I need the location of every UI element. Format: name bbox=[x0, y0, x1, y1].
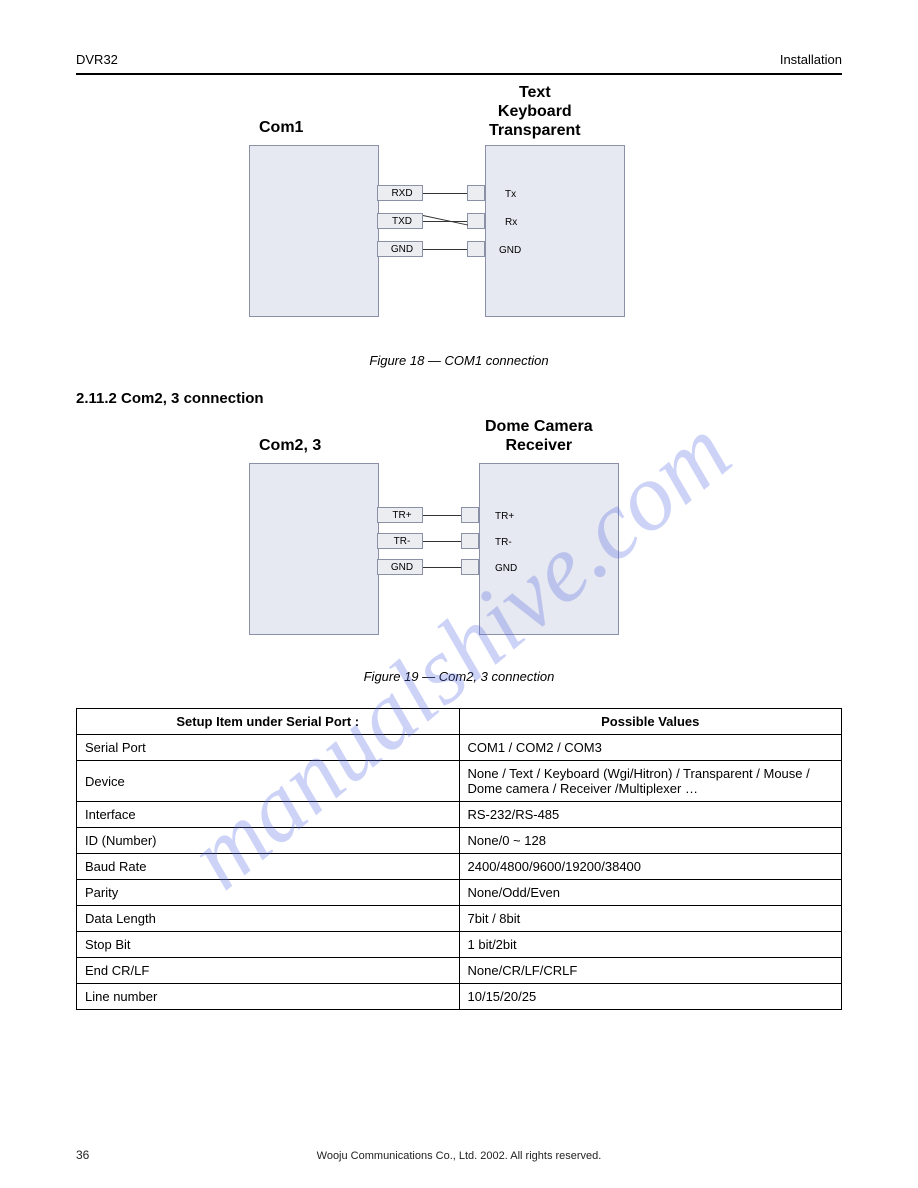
th-item: Setup Item under Serial Port : bbox=[77, 709, 460, 735]
cell: Data Length bbox=[77, 906, 460, 932]
figure-2-caption: Figure 19 — Com2, 3 connection bbox=[76, 669, 842, 684]
diag1-pin-left-rxd: RXD bbox=[377, 185, 423, 201]
figure-1: Com1 Text Keyboard Transparent RXD TXD G… bbox=[76, 89, 842, 349]
diag2-wire3 bbox=[423, 567, 461, 568]
diag2-pin-left-trp: TR+ bbox=[377, 507, 423, 523]
cell: None/0 ~ 128 bbox=[459, 828, 842, 854]
cell: Baud Rate bbox=[77, 854, 460, 880]
footer-copyright: Wooju Communications Co., Ltd. 2002. All… bbox=[317, 1150, 602, 1162]
diag2-wire1 bbox=[423, 515, 461, 516]
cell: ID (Number) bbox=[77, 828, 460, 854]
diag1-left-box bbox=[249, 145, 379, 317]
cell: Serial Port bbox=[77, 735, 460, 761]
diag1-stub-r1 bbox=[467, 185, 485, 201]
diag2-pin-left-gnd: GND bbox=[377, 559, 423, 575]
diag1-right-box bbox=[485, 145, 625, 317]
cell: 2400/4800/9600/19200/38400 bbox=[459, 854, 842, 880]
diag2-stub-r3 bbox=[461, 559, 479, 575]
cell: None/CR/LF/CRLF bbox=[459, 958, 842, 984]
diag1-pin-left-gnd: GND bbox=[377, 241, 423, 257]
diag2-pin-left-trm: TR- bbox=[377, 533, 423, 549]
diag2-pin-right-gnd: GND bbox=[495, 563, 517, 574]
table-row: Device None / Text / Keyboard (Wgi/Hitro… bbox=[77, 761, 842, 802]
table-header-row: Setup Item under Serial Port : Possible … bbox=[77, 709, 842, 735]
diag1-stub-r2 bbox=[467, 213, 485, 229]
table-row: Line number 10/15/20/25 bbox=[77, 984, 842, 1010]
table-row: Baud Rate 2400/4800/9600/19200/38400 bbox=[77, 854, 842, 880]
cell: Line number bbox=[77, 984, 460, 1010]
diag2-right-title: Dome Camera Receiver bbox=[485, 417, 593, 455]
diag2-pin-right-trm: TR- bbox=[495, 537, 512, 548]
diag1-right-title: Text Keyboard Transparent bbox=[489, 83, 581, 140]
table-row: Interface RS-232/RS-485 bbox=[77, 802, 842, 828]
diag2-stub-r1 bbox=[461, 507, 479, 523]
cell: 1 bit/2bit bbox=[459, 932, 842, 958]
diag1-pin-right-tx: Tx bbox=[505, 189, 516, 200]
diag2-right-box bbox=[479, 463, 619, 635]
table-row: Stop Bit 1 bit/2bit bbox=[77, 932, 842, 958]
cell: 10/15/20/25 bbox=[459, 984, 842, 1010]
table-row: Data Length 7bit / 8bit bbox=[77, 906, 842, 932]
diag1-wire3 bbox=[423, 249, 467, 250]
cell: None/Odd/Even bbox=[459, 880, 842, 906]
diag2-pin-right-trp: TR+ bbox=[495, 511, 514, 522]
table-row: End CR/LF None/CR/LF/CRLF bbox=[77, 958, 842, 984]
cell: Interface bbox=[77, 802, 460, 828]
diag1-wire2 bbox=[423, 221, 467, 222]
header-left: DVR32 bbox=[76, 52, 118, 67]
serial-port-table: Setup Item under Serial Port : Possible … bbox=[76, 708, 842, 1010]
diag1-stub-r3 bbox=[467, 241, 485, 257]
cell: Stop Bit bbox=[77, 932, 460, 958]
header-right: Installation bbox=[780, 52, 842, 67]
figure-1-caption: Figure 18 — COM1 connection bbox=[76, 353, 842, 368]
figure-2: Com2, 3 Dome Camera Receiver TR+ TR- GND… bbox=[76, 415, 842, 665]
table-row: Parity None/Odd/Even bbox=[77, 880, 842, 906]
cell: 7bit / 8bit bbox=[459, 906, 842, 932]
page-number: 36 bbox=[76, 1148, 89, 1162]
cell: End CR/LF bbox=[77, 958, 460, 984]
diag1-wire1 bbox=[423, 193, 467, 194]
diag2-left-box bbox=[249, 463, 379, 635]
diag1-pin-right-rx: Rx bbox=[505, 217, 517, 228]
cell: RS-232/RS-485 bbox=[459, 802, 842, 828]
diag2-wire2 bbox=[423, 541, 461, 542]
table-row: ID (Number) None/0 ~ 128 bbox=[77, 828, 842, 854]
header-rule bbox=[76, 73, 842, 75]
table-row: Serial Port COM1 / COM2 / COM3 bbox=[77, 735, 842, 761]
cell: None / Text / Keyboard (Wgi/Hitron) / Tr… bbox=[459, 761, 842, 802]
th-values: Possible Values bbox=[459, 709, 842, 735]
diag1-pin-left-txd: TXD bbox=[377, 213, 423, 229]
diag2-stub-r2 bbox=[461, 533, 479, 549]
cell: Device bbox=[77, 761, 460, 802]
section-2-title: 2.11.2 Com2, 3 connection bbox=[76, 390, 842, 407]
diag2-left-title: Com2, 3 bbox=[259, 437, 321, 455]
cell: COM1 / COM2 / COM3 bbox=[459, 735, 842, 761]
diag1-pin-right-gnd: GND bbox=[499, 245, 521, 256]
cell: Parity bbox=[77, 880, 460, 906]
diag1-left-title: Com1 bbox=[259, 119, 303, 137]
